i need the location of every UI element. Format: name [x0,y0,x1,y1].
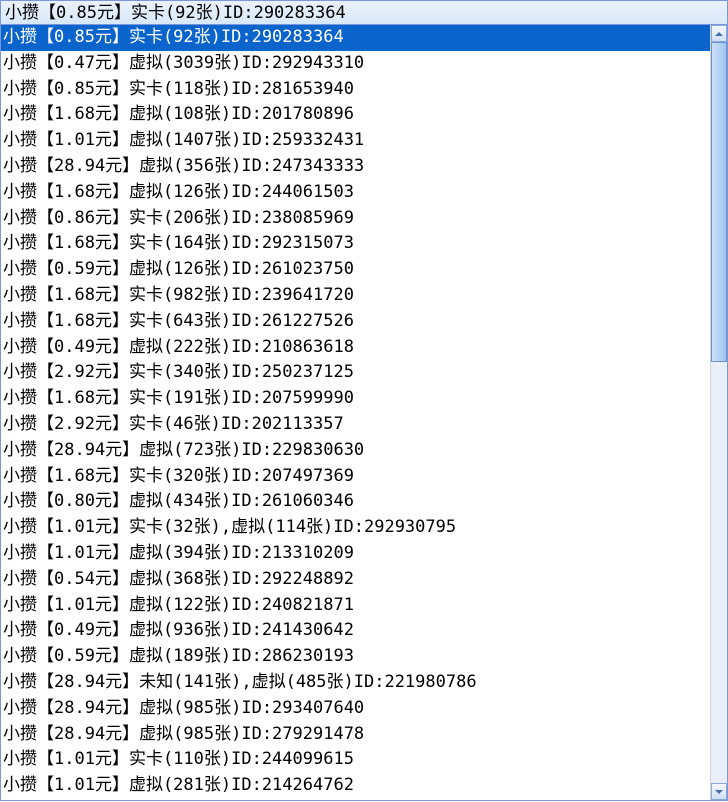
list-item[interactable]: 小攒【1.01元】虚拟(1407张)ID:259332431 [1,128,710,154]
list-item[interactable]: 小攒【1.68元】实卡(982张)ID:239641720 [1,283,710,309]
scroll-thumb[interactable] [711,42,727,362]
list-item[interactable]: 小攒【1.01元】实卡(32张),虚拟(114张)ID:292930795 [1,515,710,541]
list-item[interactable]: 小攒【2.92元】实卡(340张)ID:250237125 [1,360,710,386]
list-item[interactable]: 小攒【1.68元】实卡(191张)ID:207599990 [1,386,710,412]
list-item[interactable]: 小攒【1.68元】实卡(643张)ID:261227526 [1,309,710,335]
scroll-down-button[interactable] [711,783,727,800]
list-item[interactable]: 小攒【28.94元】虚拟(985张)ID:293407640 [1,696,710,722]
list-item[interactable]: 小攒【1.68元】虚拟(108张)ID:201780896 [1,102,710,128]
list-item[interactable]: 小攒【28.94元】虚拟(723张)ID:229830630 [1,438,710,464]
combo-box[interactable]: 小攒【0.85元】实卡(92张)ID:290283364 小攒【0.85元】实卡… [0,0,728,801]
list-item[interactable]: 小攒【1.01元】实卡(110张)ID:244099615 [1,747,710,773]
vertical-scrollbar[interactable] [710,25,727,800]
list-item[interactable]: 小攒【28.94元】虚拟(985张)ID:279291478 [1,722,710,748]
list-item[interactable]: 小攒【28.94元】虚拟(356张)ID:247343333 [1,154,710,180]
list-item[interactable]: 小攒【0.59元】虚拟(189张)ID:286230193 [1,644,710,670]
dropdown-list: 小攒【0.85元】实卡(92张)ID:290283364小攒【0.47元】虚拟(… [1,25,727,800]
list-item[interactable]: 小攒【0.80元】虚拟(434张)ID:261060346 [1,489,710,515]
list-item[interactable]: 小攒【1.68元】实卡(320张)ID:207497369 [1,464,710,490]
list-item[interactable]: 小攒【1.68元】虚拟(126张)ID:244061503 [1,180,710,206]
list-item[interactable]: 小攒【0.85元】实卡(92张)ID:290283364 [1,25,710,51]
list-item[interactable]: 小攒【28.94元】未知(141张),虚拟(485张)ID:221980786 [1,670,710,696]
scroll-track[interactable] [711,42,727,783]
scroll-up-button[interactable] [711,25,727,42]
list-item[interactable]: 小攒【0.49元】虚拟(222张)ID:210863618 [1,335,710,361]
list-item[interactable]: 小攒【0.86元】实卡(206张)ID:238085969 [1,206,710,232]
list-item[interactable]: 小攒【1.01元】虚拟(281张)ID:214264762 [1,773,710,799]
list-item[interactable]: 小攒【0.85元】实卡(118张)ID:281653940 [1,77,710,103]
chevron-up-icon [715,31,723,37]
list-item[interactable]: 小攒【0.59元】虚拟(126张)ID:261023750 [1,257,710,283]
list-item[interactable]: 小攒【1.68元】实卡(164张)ID:292315073 [1,231,710,257]
list-item[interactable]: 小攒【0.54元】虚拟(368张)ID:292248892 [1,567,710,593]
chevron-down-icon [715,789,723,795]
combo-selected-display[interactable]: 小攒【0.85元】实卡(92张)ID:290283364 [1,1,727,25]
list-item[interactable]: 小攒【0.49元】虚拟(936张)ID:241430642 [1,618,710,644]
list-item[interactable]: 小攒【1.01元】虚拟(122张)ID:240821871 [1,593,710,619]
list-item[interactable]: 小攒【1.01元】虚拟(394张)ID:213310209 [1,541,710,567]
list-item[interactable]: 小攒【0.47元】虚拟(3039张)ID:292943310 [1,51,710,77]
list-content: 小攒【0.85元】实卡(92张)ID:290283364小攒【0.47元】虚拟(… [1,25,710,800]
list-item[interactable]: 小攒【2.92元】实卡(46张)ID:202113357 [1,412,710,438]
